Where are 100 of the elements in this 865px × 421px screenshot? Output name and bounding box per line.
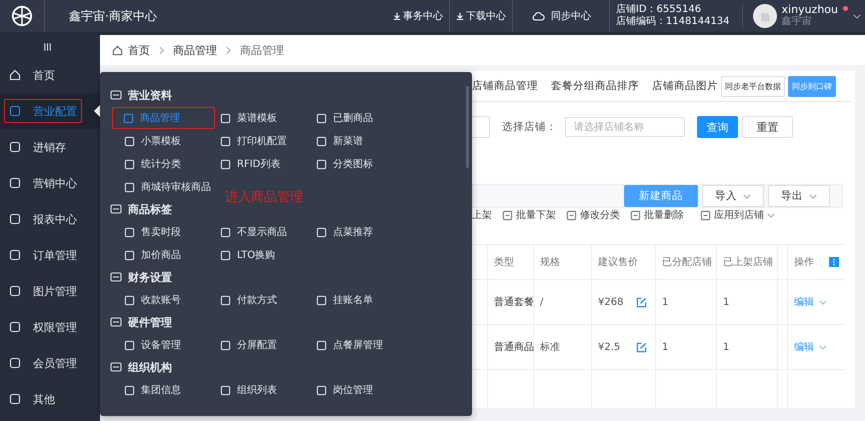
download-icon [392,12,401,20]
table-cell: 1 [662,296,668,308]
square-icon [220,384,231,396]
square-icon [220,226,231,238]
column-settings-icon[interactable] [829,257,839,267]
square-icon [124,158,135,170]
batch-action[interactable]: 应用到店铺 [700,208,775,222]
square-icon [9,249,21,261]
square-icon [220,136,231,146]
toolbar-button[interactable]: 导出 [768,185,830,207]
square-icon [9,105,21,117]
menu-item[interactable]: 不显示商品 [220,221,316,243]
tab[interactable]: 店铺商品管理 [472,71,538,101]
sync-button[interactable]: 同步老平台数据 [721,76,785,96]
toolbar-button[interactable]: 导入 [702,185,764,207]
square-icon [124,226,135,238]
sidebar-item[interactable]: 图片管理 [0,273,100,309]
menu-item[interactable]: 商品管理 [112,107,215,129]
menu-section-title: 硬件管理 [128,314,172,330]
square-icon [220,112,231,124]
user-org: 鑫宇宙 [782,16,813,28]
breadcrumb-link[interactable]: 商品管理 [240,42,284,58]
menu-section-title: 财务设置 [128,270,172,284]
scrollbar[interactable] [466,86,469,168]
filter-button[interactable]: 重置 [742,116,793,138]
field-label: 选择店铺： [502,120,557,134]
square-icon [316,294,327,306]
square-icon [124,384,135,396]
menu-item[interactable]: 组织列表 [220,379,316,401]
table-cell: ¥268 [598,296,624,308]
square-icon [9,177,21,189]
menu-item[interactable]: 商城待审核商品 [124,176,220,198]
edit-icon[interactable] [636,342,647,352]
sidebar-item[interactable]: 报表中心 [0,201,100,237]
table-cell-text: 普通商品 [494,340,534,354]
tab[interactable]: 套餐分组商品排序 [551,71,639,101]
sidebar-item[interactable]: 订单管理 [0,237,100,273]
avatar-icon[interactable] [752,4,777,28]
header-link[interactable]: 同步中心 [512,0,610,32]
menu-section-title: 营业资料 [128,88,172,102]
sidebar-item[interactable]: 会员管理 [0,345,100,381]
batch-action[interactable]: 上架 [472,208,492,222]
menu-item[interactable]: 设备管理 [124,334,220,356]
user-name: xinyuzhou [782,4,838,16]
table-cell-text: 普通套餐 [494,296,534,309]
square-icon [502,210,513,220]
batch-action[interactable]: 批量下架 [502,208,556,222]
globe-icon [11,5,33,27]
header-link[interactable]: 下载中心 [450,0,513,32]
menu-item[interactable]: 收款账号 [124,289,220,311]
square-icon [316,226,327,238]
breadcrumb-link[interactable]: 商品管理 [173,42,217,58]
menu-icon[interactable] [43,43,52,51]
square-icon [9,357,21,369]
menu-item[interactable]: 打印机配置 [220,130,316,152]
square-icon [9,285,21,297]
menu-item[interactable]: 点菜推荐 [316,221,426,243]
menu-item[interactable]: 点餐屏管理 [316,334,426,356]
download-icon [456,12,464,20]
menu-item[interactable]: 分屏配置 [220,334,316,356]
sidebar-item[interactable]: 营销中心 [0,165,100,201]
menu-item[interactable]: 挂账名单 [316,289,426,311]
chevron-down-icon[interactable] [853,14,861,18]
menu-item[interactable]: 付款方式 [220,289,316,311]
menu-section-title: 组织机构 [128,360,172,374]
square-icon [220,250,231,260]
table-cell-text: 标准 [540,340,560,354]
menu-item[interactable]: 已删商品 [316,107,426,129]
menu-item[interactable]: LTO换购 [220,244,316,266]
square-icon [124,182,135,192]
house-icon [9,69,21,81]
sidebar-item[interactable]: 进销存 [0,129,100,165]
menu-item[interactable]: 售卖时段 [124,221,220,243]
menu-item[interactable]: RFID列表 [220,153,316,175]
batch-action[interactable]: 批量删除 [630,208,684,222]
store-id: 店铺ID：6555146 [616,4,702,16]
edit-icon[interactable] [636,296,647,308]
house-icon [112,44,123,56]
breadcrumb-link[interactable]: 首页 [128,42,150,58]
menu-item[interactable]: 菜谱模板 [220,107,316,129]
table-cell: ¥2.5 [598,342,620,352]
batch-action[interactable]: 修改分类 [566,208,620,222]
menu-item[interactable]: 分类图标 [316,153,426,175]
header-link[interactable]: 事务中心 [386,0,450,32]
menu-item[interactable]: 集团信息 [124,379,220,401]
tab[interactable]: 店铺商品图片 [652,71,718,101]
sidebar-item[interactable]: 营业配置 [0,93,100,129]
store-select-field[interactable]: 请选择店铺名称 [565,117,685,137]
square-icon [316,384,327,396]
square-icon [220,294,231,306]
menu-item[interactable]: 统计分类 [124,153,220,175]
sidebar-item[interactable]: 其他 [0,381,100,417]
sidebar-item[interactable]: 首页 [0,57,100,93]
menu-item[interactable]: 新菜谱 [316,130,426,152]
menu-item[interactable]: 加价商品 [124,244,220,266]
table-cell: 1 [723,342,730,352]
menu-item[interactable]: 小票模板 [124,130,220,152]
chevron-right-icon [226,46,231,54]
menu-item[interactable]: 岗位管理 [316,379,426,401]
sidebar-item[interactable]: 权限管理 [0,309,100,345]
